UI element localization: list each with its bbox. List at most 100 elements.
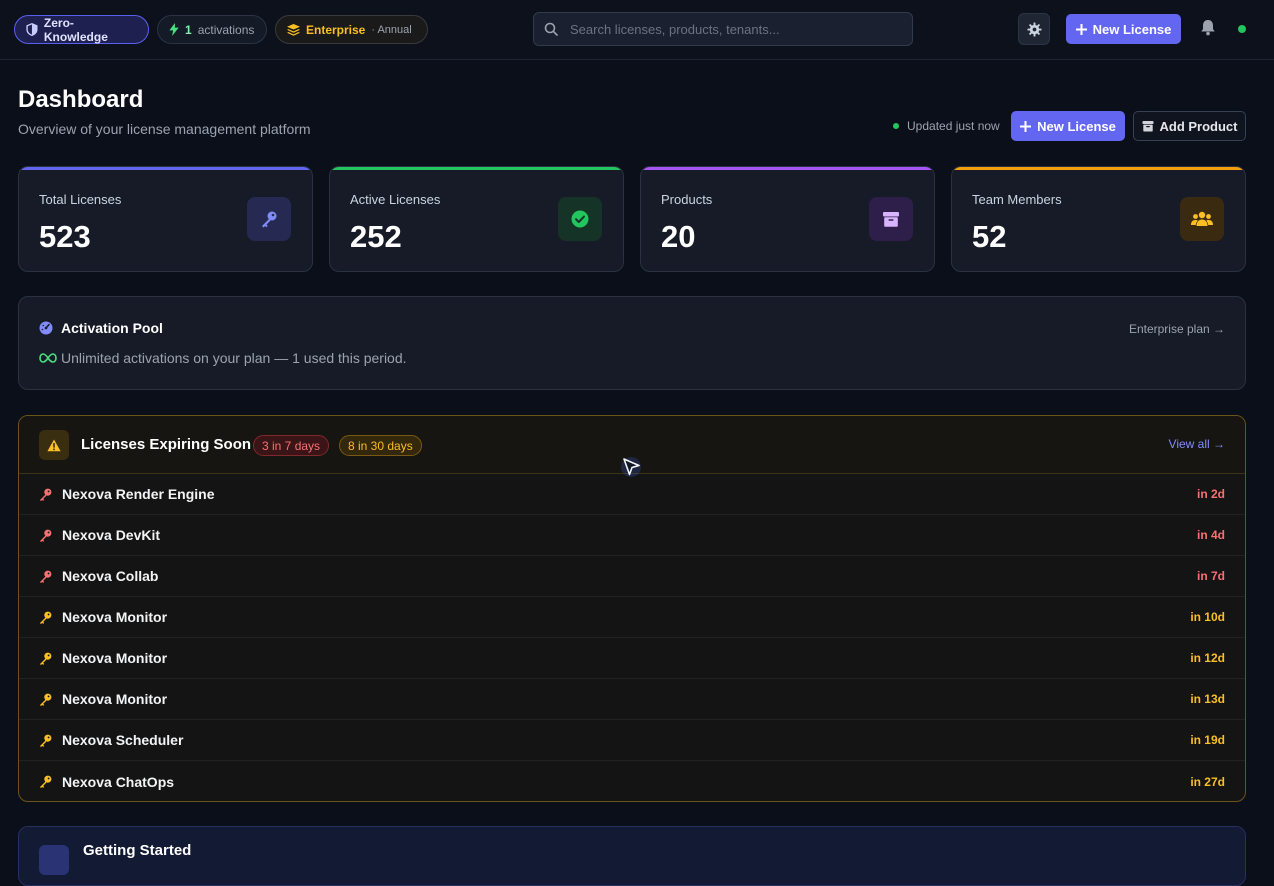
rocket-icon — [39, 845, 69, 875]
stat-card-total-licenses[interactable]: Total Licenses 523 — [18, 166, 313, 272]
activation-pool-card: Activation Pool Unlimited activations on… — [18, 296, 1246, 390]
gauge-icon — [39, 321, 53, 335]
online-status-dot — [1238, 25, 1246, 33]
search-input[interactable] — [568, 20, 888, 38]
key-icon — [39, 775, 52, 788]
plus-icon — [1020, 120, 1032, 132]
plan-badge[interactable]: Enterprise · Annual — [275, 15, 428, 44]
plan-period: · Annual — [371, 23, 412, 36]
key-icon — [39, 570, 52, 583]
stat-value: 52 — [972, 219, 1007, 254]
stat-value: 252 — [350, 219, 402, 254]
expiring-license-row[interactable]: Nexova Monitor in 13d — [19, 679, 1245, 720]
expiring-list: Nexova Render Engine in 2d Nexova DevKit in… — [19, 474, 1245, 801]
key-icon — [39, 693, 52, 706]
new-license-label: New License — [1037, 118, 1116, 134]
view-all-link[interactable]: View all → — [1169, 437, 1225, 451]
plus-icon — [1075, 23, 1087, 35]
license-product-name: Nexova Render Engine — [62, 486, 215, 502]
pool-title: Activation Pool — [61, 320, 163, 336]
enterprise-plan-link[interactable]: Enterprise plan → — [1129, 322, 1225, 336]
top-bar: Zero-Knowledge 1 activations Enterprise … — [0, 0, 1274, 60]
expiring-license-row[interactable]: Nexova Scheduler in 19d — [19, 720, 1245, 761]
activations-label: activations — [197, 22, 255, 37]
stat-accent-bar — [19, 167, 312, 170]
search-bar[interactable] — [533, 12, 913, 46]
expiring-license-row[interactable]: Nexova DevKit in 4d — [19, 515, 1245, 556]
pool-description: Unlimited activations on your plan — 1 u… — [39, 350, 407, 366]
live-dot — [893, 123, 899, 129]
notifications-button[interactable] — [1200, 19, 1216, 41]
stat-value: 20 — [661, 219, 696, 254]
license-product-name: Nexova Monitor — [62, 650, 168, 666]
top-new-license-label: New License — [1092, 21, 1172, 37]
key-icon — [39, 652, 52, 665]
stat-accent-bar — [641, 167, 934, 170]
shield-icon — [26, 23, 38, 36]
key-icon — [39, 611, 52, 624]
expiring-license-row[interactable]: Nexova Monitor in 12d — [19, 638, 1245, 679]
updated-status: Updated just now — [893, 119, 1000, 133]
stat-accent-bar — [330, 167, 623, 170]
stat-label: Total Licenses — [39, 192, 122, 207]
key-icon — [39, 529, 52, 542]
page-title: Dashboard — [18, 86, 144, 113]
stat-accent-bar — [952, 167, 1245, 170]
expiring-license-row[interactable]: Nexova Collab in 7d — [19, 556, 1245, 597]
add-product-button[interactable]: Add Product — [1133, 111, 1246, 141]
pool-text: Unlimited activations on your plan — 1 u… — [61, 350, 407, 366]
license-due-label: in 2d — [1196, 487, 1225, 501]
license-due-label: in 7d — [1196, 569, 1225, 583]
expiring-7-days-badge: 3 in 7 days — [253, 435, 330, 456]
license-product-name: Nexova DevKit — [62, 527, 161, 543]
settings-button[interactable] — [1018, 13, 1050, 45]
license-product-name: Nexova Scheduler — [62, 732, 184, 748]
mouse-cursor-icon — [620, 456, 644, 485]
stat-card-products[interactable]: Products 20 — [640, 166, 935, 272]
expiring-30-days-badge: 8 in 30 days — [339, 435, 422, 456]
stat-card-team-members[interactable]: Team Members 52 — [951, 166, 1246, 272]
activations-count: 1 — [185, 22, 192, 37]
top-new-license-button[interactable]: New License — [1066, 14, 1181, 44]
check-circle-icon — [558, 197, 602, 241]
key-icon — [247, 197, 291, 241]
box-icon — [1142, 121, 1153, 132]
bell-icon — [1201, 20, 1215, 36]
key-icon — [39, 734, 52, 747]
updated-label: Updated just now — [907, 119, 1000, 133]
stat-card-active-licenses[interactable]: Active Licenses 252 — [329, 166, 624, 272]
license-product-name: Nexova Collab — [62, 568, 159, 584]
license-due-label: in 12d — [1190, 651, 1225, 665]
bolt-icon — [169, 23, 179, 36]
license-due-label: in 19d — [1190, 733, 1225, 747]
gear-icon — [1026, 21, 1042, 37]
add-product-label: Add Product — [1159, 118, 1238, 134]
license-product-name: Nexova Monitor — [62, 691, 168, 707]
users-icon — [1180, 197, 1224, 241]
stat-value: 523 — [39, 219, 91, 254]
stat-label: Team Members — [972, 192, 1062, 207]
expiring-license-row[interactable]: Nexova Monitor in 10d — [19, 597, 1245, 638]
license-due-label: in 27d — [1190, 774, 1225, 789]
pool-header: Activation Pool — [39, 320, 163, 336]
infinity-icon — [39, 353, 57, 363]
getting-started-title: Getting Started — [83, 842, 192, 859]
activations-badge[interactable]: 1 activations — [157, 15, 267, 44]
zero-knowledge-label: Zero-Knowledge — [43, 15, 108, 44]
layers-icon — [287, 23, 300, 36]
stat-label: Products — [661, 192, 713, 207]
expiring-license-row[interactable]: Nexova ChatOps in 27d — [19, 761, 1245, 801]
new-license-button[interactable]: New License — [1011, 111, 1125, 141]
license-due-label: in 10d — [1190, 610, 1225, 624]
zero-knowledge-badge[interactable]: Zero-Knowledge — [14, 15, 149, 44]
page-subtitle: Overview of your license management plat… — [18, 121, 311, 137]
stat-label: Active Licenses — [350, 192, 441, 207]
license-due-label: in 13d — [1190, 692, 1225, 706]
plan-name: Enterprise — [306, 22, 366, 37]
license-product-name: Nexova ChatOps — [62, 773, 175, 790]
license-due-label: in 4d — [1196, 528, 1225, 542]
search-icon — [544, 22, 558, 36]
key-icon — [39, 488, 52, 501]
warning-icon — [39, 430, 69, 460]
license-product-name: Nexova Monitor — [62, 609, 168, 625]
